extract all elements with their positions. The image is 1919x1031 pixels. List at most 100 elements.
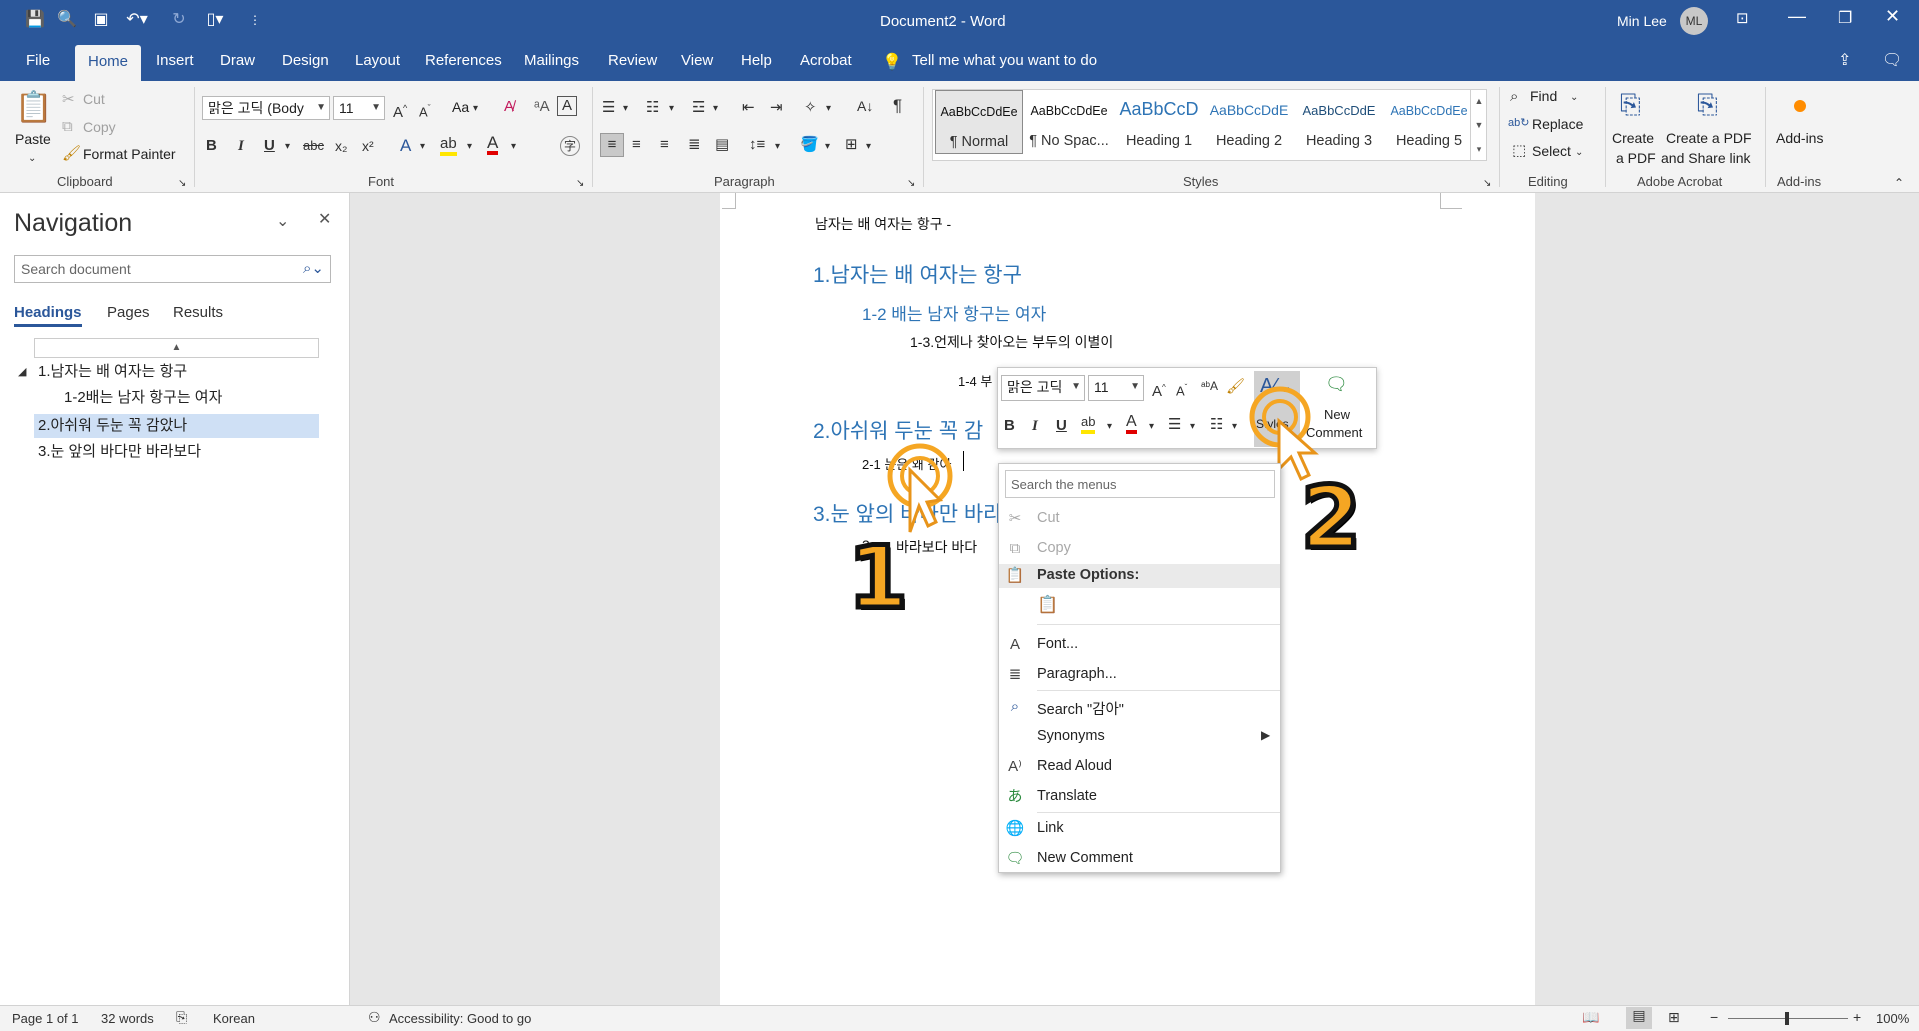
tab-layout[interactable]: Layout xyxy=(351,41,404,81)
highlight-icon[interactable]: ab xyxy=(440,136,457,156)
enclose-char-icon[interactable]: A xyxy=(557,96,577,116)
search-icon[interactable]: ⌕⌄ xyxy=(303,259,324,277)
style-heading-1[interactable]: AaBbCcD Heading 1 xyxy=(1115,90,1203,154)
pilcrow-icon[interactable]: ¶ xyxy=(893,96,902,116)
tab-insert[interactable]: Insert xyxy=(152,41,198,81)
borders-icon[interactable]: ⊞ xyxy=(845,135,858,155)
save-icon[interactable]: 💾 xyxy=(24,9,46,31)
font-name-combo[interactable]: 맑은 고딕 (Body ▼ xyxy=(202,96,330,120)
customize-qat-icon[interactable]: ⋮ xyxy=(244,9,266,31)
style-heading-2[interactable]: AaBbCcDdE Heading 2 xyxy=(1205,90,1293,154)
italic-icon[interactable]: I xyxy=(1032,416,1038,436)
paste-dropdown-icon[interactable]: ⌄ xyxy=(28,149,36,169)
nav-heading-item-selected[interactable]: 2.아쉬워 두눈 꼭 감았나 xyxy=(34,414,319,438)
chevron-down-icon[interactable]: ▾ xyxy=(473,99,478,119)
nav-collapse-bar[interactable]: ▲ xyxy=(34,338,319,358)
print-preview-icon[interactable]: 🔍 xyxy=(56,9,78,31)
expand-toggle-icon[interactable]: ◢ xyxy=(18,365,26,378)
align-left-icon[interactable]: ≡ xyxy=(600,133,624,157)
paste-icon[interactable]: 📋 xyxy=(14,91,54,125)
grow-font-icon[interactable]: A^ xyxy=(393,98,407,123)
bold-icon[interactable]: B xyxy=(206,136,217,156)
shading-icon[interactable]: 🪣 xyxy=(800,135,819,155)
nav-heading-item[interactable]: 1-2배는 남자 항구는 여자 xyxy=(64,386,222,410)
menu-search-input[interactable]: Search the menus xyxy=(1005,470,1275,498)
chevron-down-icon[interactable]: ⌄ xyxy=(1570,88,1578,108)
chevron-down-icon[interactable]: ▾ xyxy=(826,99,831,119)
tab-draw[interactable]: Draw xyxy=(216,41,259,81)
tab-home[interactable]: Home xyxy=(75,45,142,81)
decrease-indent-icon[interactable]: ⇤ xyxy=(742,98,755,118)
paragraph-launcher-icon[interactable]: ↘ xyxy=(907,174,915,194)
zoom-slider-thumb[interactable] xyxy=(1785,1012,1789,1025)
shrink-font-icon[interactable]: Aˇ xyxy=(419,98,431,122)
collapse-ribbon-icon[interactable]: ⌃ xyxy=(1894,173,1904,193)
menu-item-read-aloud[interactable]: A⁾ Read Aloud xyxy=(999,752,1280,782)
addins-button[interactable]: Add-ins xyxy=(1776,130,1823,146)
create-pdf-label-1[interactable]: Create xyxy=(1612,130,1654,146)
menu-item-translate[interactable]: あ Translate xyxy=(999,782,1280,812)
bullets-icon[interactable]: ☰ xyxy=(602,98,615,118)
create-pdf-label-2[interactable]: a PDF xyxy=(1616,150,1656,166)
comments-icon[interactable]: 🗨 xyxy=(1882,50,1902,70)
increase-indent-icon[interactable]: ⇥ xyxy=(770,98,783,118)
style-heading-5[interactable]: AaBbCcDdEe Heading 5 xyxy=(1385,90,1473,154)
justify-icon[interactable]: ≣ xyxy=(688,135,701,155)
tab-references[interactable]: References xyxy=(421,41,506,81)
distributed-icon[interactable]: ▤ xyxy=(715,135,729,155)
zoom-level[interactable]: 100% xyxy=(1876,1011,1909,1026)
print-layout-icon[interactable]: ▤ xyxy=(1626,1007,1652,1029)
select-button[interactable]: Select xyxy=(1532,143,1571,159)
nav-search-input[interactable]: Search document ⌕⌄ xyxy=(14,255,331,283)
language[interactable]: Korean xyxy=(213,1011,255,1026)
avatar[interactable]: ML xyxy=(1680,7,1708,35)
subscript-icon[interactable]: x₂ xyxy=(335,136,347,156)
paste-button[interactable]: Paste xyxy=(15,131,51,147)
mini-size-combo[interactable]: 11 ▼ xyxy=(1088,375,1144,401)
styles-scroll[interactable]: ▲ ▼ ▾ xyxy=(1470,89,1487,161)
menu-item-font[interactable]: A Font... xyxy=(999,630,1280,660)
share-pdf-label-2[interactable]: and Share link xyxy=(1661,150,1751,166)
chevron-down-icon[interactable]: ▾ xyxy=(1149,417,1154,437)
clear-formatting-icon[interactable]: A̸ xyxy=(504,97,514,117)
ribbon-display-icon[interactable]: ⊡ xyxy=(1736,9,1749,27)
enclosed-characters-icon[interactable]: 字 xyxy=(560,136,580,156)
format-painter-icon[interactable]: 🖌 xyxy=(1226,377,1245,397)
tab-acrobat[interactable]: Acrobat xyxy=(796,41,856,81)
user-name[interactable]: Min Lee xyxy=(1617,13,1667,29)
read-mode-icon[interactable]: 📖 xyxy=(1582,1009,1599,1026)
menu-item-cut[interactable]: ✂ Cut xyxy=(999,504,1280,534)
numbering-icon[interactable]: ☷ xyxy=(1210,415,1223,435)
style-heading-3[interactable]: AaBbCcDdE Heading 3 xyxy=(1295,90,1383,154)
style-normal[interactable]: AaBbCcDdEe ¶ Normal xyxy=(935,90,1023,154)
italic-icon[interactable]: I xyxy=(238,136,244,156)
menu-item-link[interactable]: 🌐 Link xyxy=(999,814,1280,844)
tab-review[interactable]: Review xyxy=(604,41,661,81)
chevron-down-icon[interactable]: ▾ xyxy=(285,137,290,157)
chevron-down-icon[interactable]: ▾ xyxy=(467,137,472,157)
mini-font-combo[interactable]: 맑은 고딕 ▼ xyxy=(1001,375,1085,401)
tab-file[interactable]: File xyxy=(22,41,54,81)
style-no-spacing[interactable]: AaBbCcDdEe ¶ No Spac... xyxy=(1025,90,1113,154)
numbering-icon[interactable]: ☷ xyxy=(646,98,659,118)
nav-tab-pages[interactable]: Pages xyxy=(107,304,150,321)
menu-item-copy[interactable]: ⧉ Copy xyxy=(999,534,1280,564)
asian-layout-icon[interactable]: ✧ xyxy=(804,98,817,118)
multilevel-list-icon[interactable]: ☲ xyxy=(692,98,705,118)
tab-help[interactable]: Help xyxy=(737,41,776,81)
chevron-down-icon[interactable]: ▾ xyxy=(866,137,871,157)
font-launcher-icon[interactable]: ↘ xyxy=(576,174,584,194)
sort-icon[interactable]: A↓ xyxy=(857,96,873,116)
highlight-icon[interactable]: ab xyxy=(1081,414,1096,434)
nav-close-icon[interactable]: ✕ xyxy=(318,209,331,229)
chevron-down-icon[interactable]: ▾ xyxy=(1190,417,1195,437)
nav-tab-headings[interactable]: Headings xyxy=(14,304,82,327)
superscript-icon[interactable]: x² xyxy=(362,136,374,156)
phonetic-icon[interactable]: ᵃᵇA xyxy=(1201,376,1218,396)
proofing-icon[interactable]: ⎘ xyxy=(176,1009,187,1026)
share-icon[interactable]: ⇪ xyxy=(1838,50,1851,70)
nav-tab-results[interactable]: Results xyxy=(173,304,223,321)
replace-button[interactable]: Replace xyxy=(1532,116,1583,132)
align-center-icon[interactable]: ≡ xyxy=(632,135,641,155)
nav-heading-item[interactable]: 1.남자는 배 여자는 항구 xyxy=(38,360,187,384)
